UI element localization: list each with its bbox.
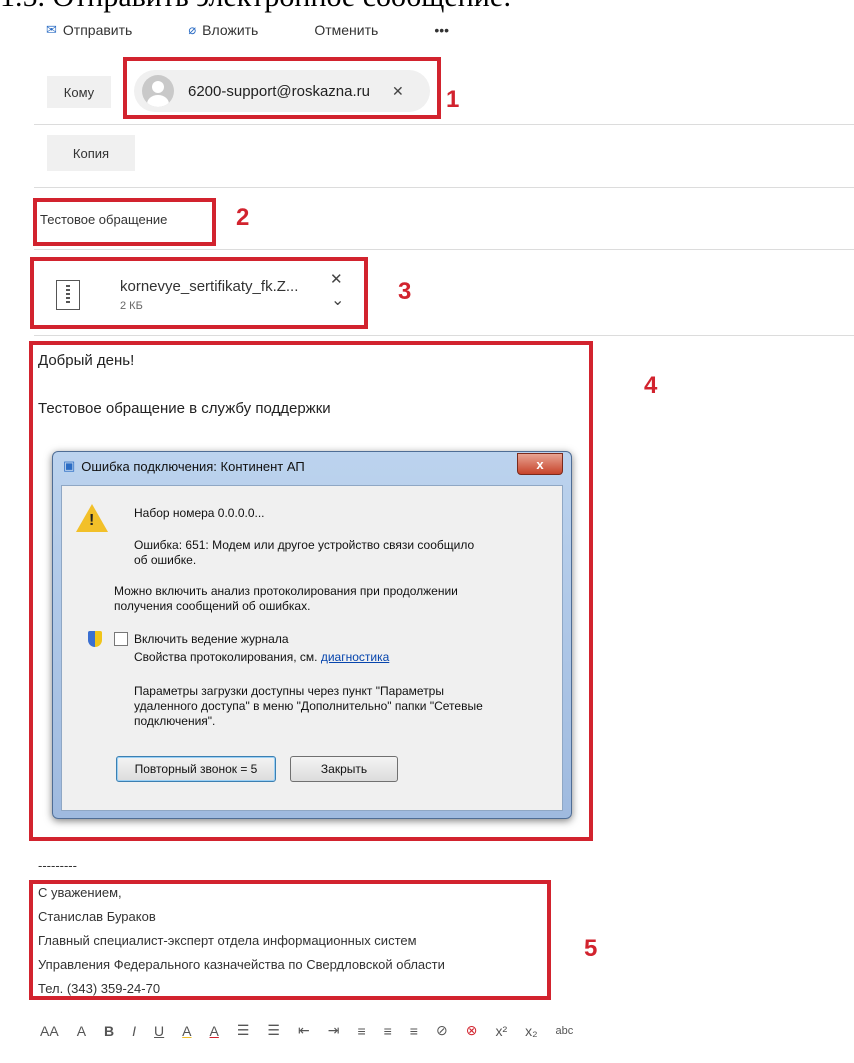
divider: [34, 249, 854, 250]
more-icon: •••: [434, 22, 450, 38]
marker-box-5: [29, 880, 551, 1000]
numbering-icon[interactable]: ☰: [267, 1022, 280, 1039]
divider: [34, 187, 854, 188]
bold-icon[interactable]: B: [104, 1023, 114, 1039]
send-mail-icon: ✉: [46, 22, 57, 37]
marker-4: 4: [644, 372, 658, 399]
attach-label: Вложить: [202, 22, 259, 38]
marker-box-1: [123, 57, 441, 119]
marker-box-4: [29, 341, 593, 841]
subscript-icon[interactable]: x₂: [525, 1023, 537, 1039]
marker-box-3: [30, 257, 368, 329]
send-label: Отправить: [62, 22, 133, 38]
marker-2: 2: [236, 204, 250, 231]
divider: [34, 124, 854, 125]
align-right-icon[interactable]: ≡: [410, 1023, 418, 1039]
link-icon[interactable]: ⊘: [436, 1022, 448, 1039]
superscript-icon[interactable]: x²: [495, 1023, 507, 1039]
more-button[interactable]: •••: [434, 22, 449, 38]
align-left-icon[interactable]: ≡: [357, 1023, 365, 1039]
bullets-icon[interactable]: ☰: [237, 1022, 250, 1039]
grow-font-icon[interactable]: A: [77, 1023, 86, 1039]
cc-label: Копия: [72, 145, 110, 161]
format-toolbar: AA A B I U A A ☰ ☰ ⇤ ⇥ ≡ ≡ ≡ ⊘ ⊗ x² x₂ a…: [40, 1022, 591, 1039]
marker-5: 5: [584, 935, 598, 962]
outdent-icon[interactable]: ⇤: [298, 1022, 310, 1039]
send-button[interactable]: ✉ Отправить: [46, 22, 132, 38]
indent-icon[interactable]: ⇥: [328, 1022, 340, 1039]
cancel-label: Отменить: [314, 22, 379, 38]
cc-button[interactable]: Копия: [47, 135, 135, 171]
marker-3: 3: [398, 278, 412, 305]
to-button[interactable]: Кому: [47, 76, 111, 108]
compose-toolbar: ✉ Отправить ⌀ Вложить Отменить •••: [0, 14, 854, 46]
font-size-icon[interactable]: AA: [40, 1023, 59, 1039]
unlink-icon[interactable]: ⊗: [466, 1022, 478, 1039]
divider: [34, 335, 854, 336]
signature-separator: ---------: [38, 858, 77, 873]
font-color-icon[interactable]: A: [210, 1023, 219, 1039]
attach-button[interactable]: ⌀ Вложить: [188, 22, 258, 38]
paperclip-icon: ⌀: [188, 22, 197, 37]
cancel-button[interactable]: Отменить: [314, 22, 378, 38]
align-center-icon[interactable]: ≡: [384, 1023, 392, 1039]
strikethrough-icon[interactable]: abc: [556, 1025, 574, 1037]
marker-1: 1: [446, 86, 460, 113]
marker-box-2: [33, 198, 216, 246]
underline-icon[interactable]: U: [154, 1023, 164, 1039]
to-label: Кому: [63, 84, 95, 100]
italic-icon[interactable]: I: [132, 1023, 136, 1039]
highlight-icon[interactable]: A: [182, 1023, 191, 1039]
